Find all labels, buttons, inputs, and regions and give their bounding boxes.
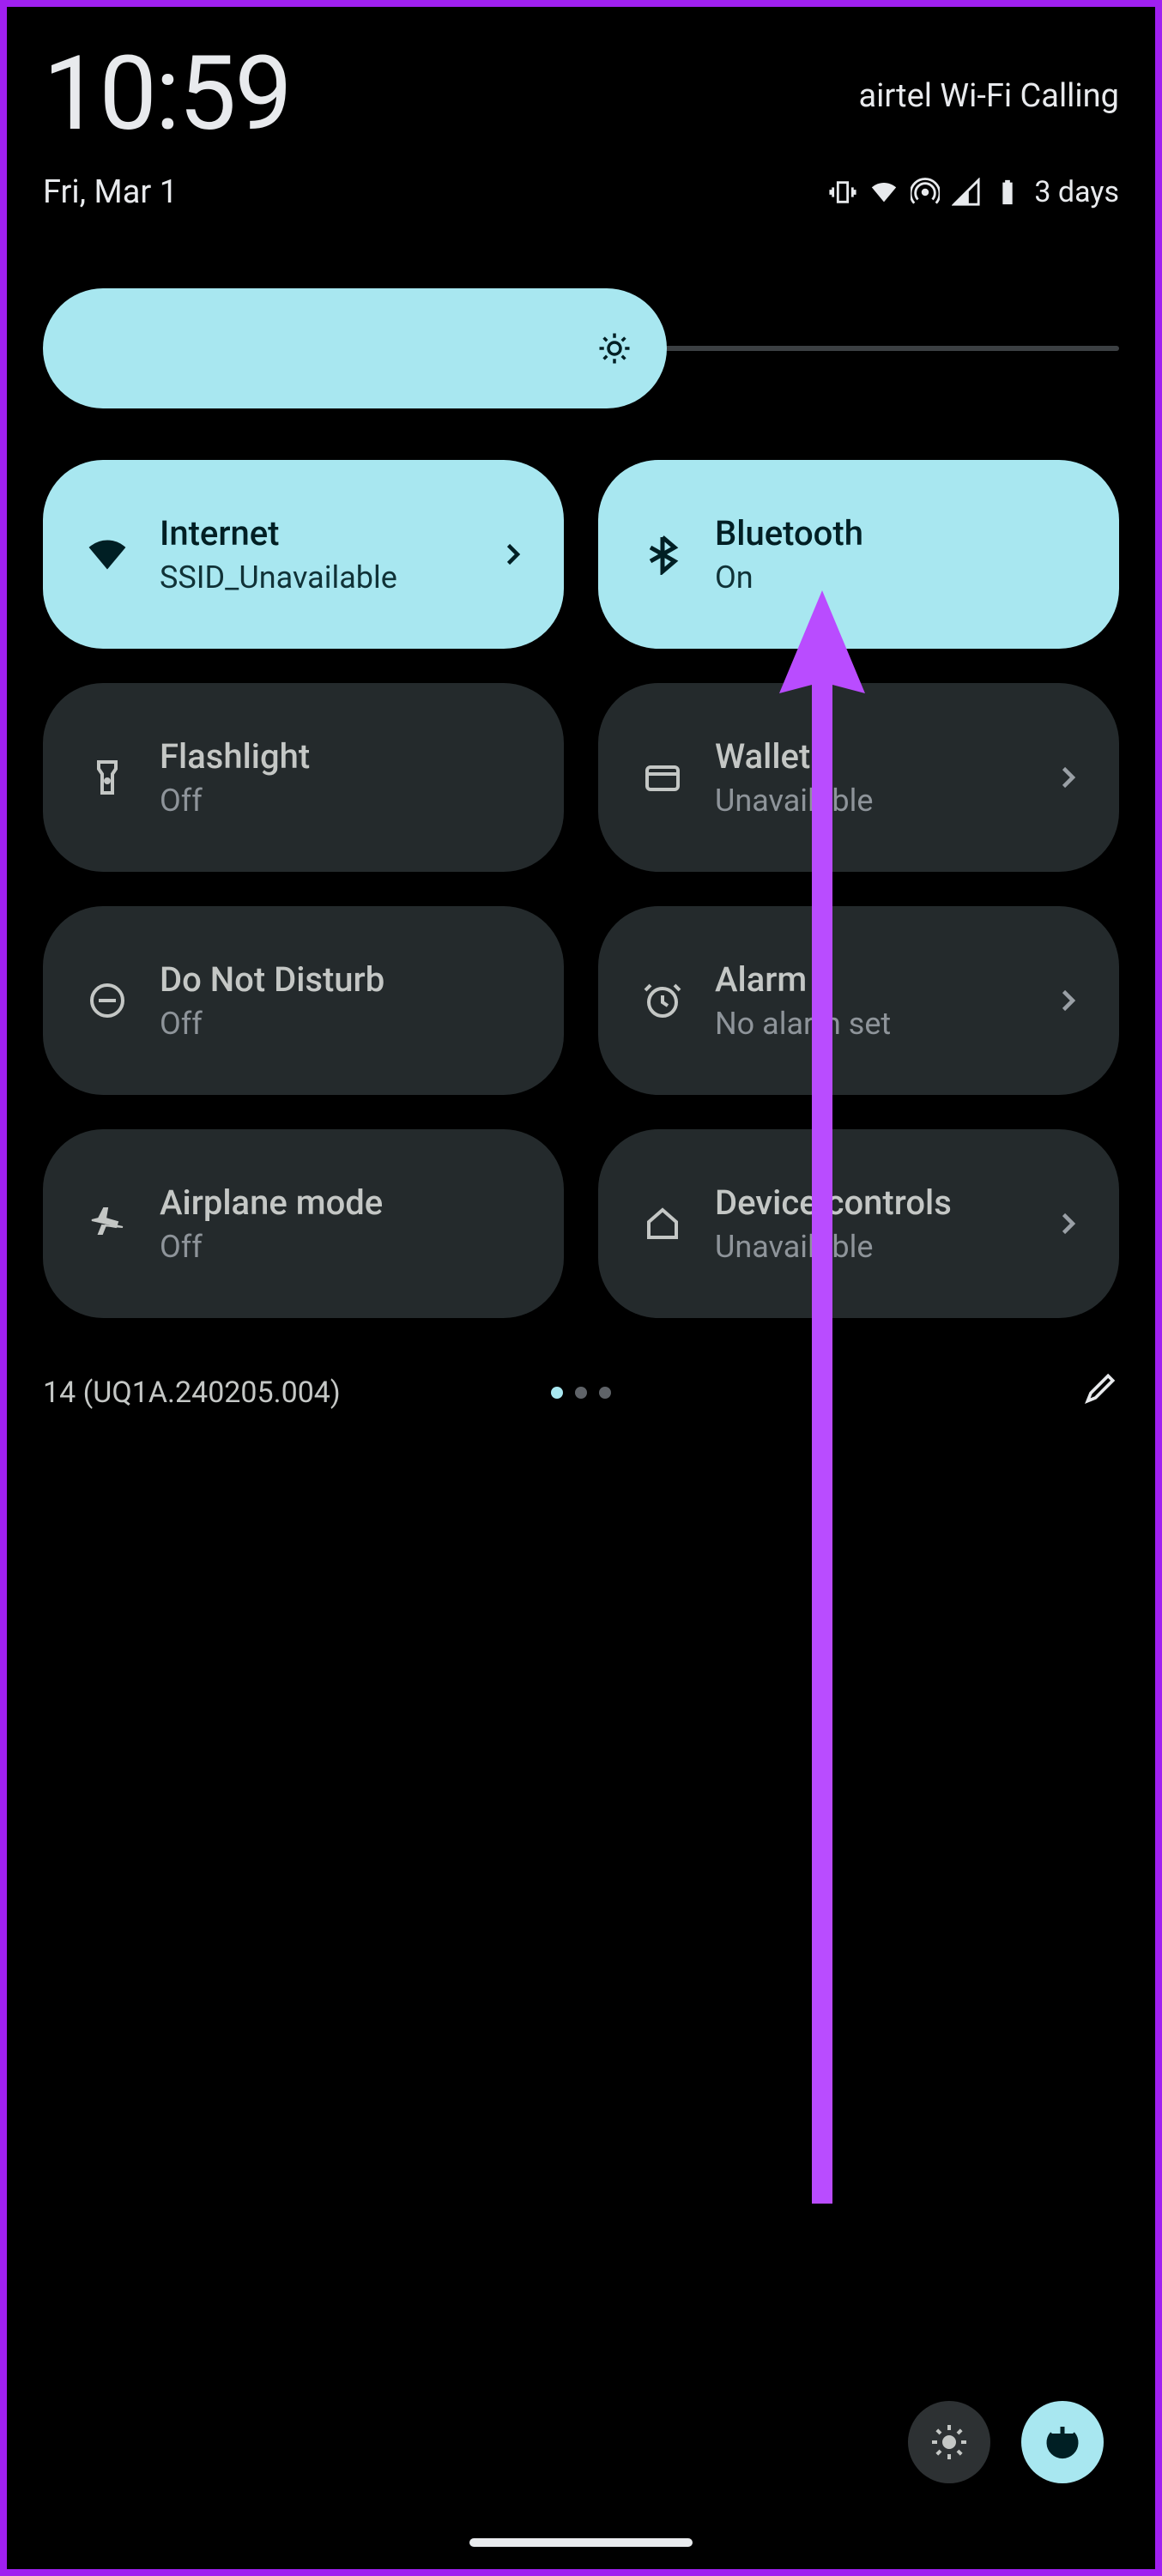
tile-subtitle: On	[715, 559, 1085, 596]
tile-subtitle: Unavailable	[715, 1229, 1020, 1265]
wallet-icon	[641, 757, 684, 798]
status-bar-icons: 3 days	[828, 175, 1119, 209]
flashlight-icon	[86, 757, 129, 798]
wallet-tile[interactable]: Wallet Unavailable	[598, 683, 1119, 872]
dnd-tile[interactable]: Do Not Disturb Off	[43, 906, 564, 1095]
wifi-icon	[86, 534, 129, 575]
tile-title: Do Not Disturb	[160, 959, 530, 1001]
battery-text: 3 days	[1034, 175, 1119, 209]
carrier-label: airtel Wi-Fi Calling	[858, 77, 1119, 115]
airplane-icon	[86, 1203, 129, 1244]
tile-subtitle: Off	[160, 783, 530, 819]
chevron-right-icon	[1050, 762, 1085, 793]
flashlight-tile[interactable]: Flashlight Off	[43, 683, 564, 872]
edit-tiles-button[interactable]	[1081, 1370, 1119, 1415]
brightness-icon	[596, 330, 632, 366]
chevron-right-icon	[1050, 985, 1085, 1016]
alarm-icon	[641, 980, 684, 1021]
tile-subtitle: Unavailable	[715, 783, 1020, 819]
tile-title: Wallet	[715, 736, 1020, 777]
tile-subtitle: No alarm set	[715, 1006, 1020, 1042]
power-button[interactable]	[1021, 2401, 1104, 2483]
chevron-right-icon	[1050, 1208, 1085, 1239]
tile-subtitle: Off	[160, 1229, 530, 1265]
wifi-icon	[869, 178, 899, 207]
airplane-tile[interactable]: Airplane mode Off	[43, 1129, 564, 1318]
device-controls-tile[interactable]: Device controls Unavailable	[598, 1129, 1119, 1318]
chevron-right-icon	[495, 539, 530, 570]
tile-subtitle: SSID_Unavailable	[160, 559, 464, 596]
bluetooth-tile[interactable]: Bluetooth On	[598, 460, 1119, 649]
signal-icon	[952, 178, 981, 207]
tile-title: Airplane mode	[160, 1182, 530, 1224]
tile-title: Device controls	[715, 1182, 1020, 1224]
internet-tile[interactable]: Internet SSID_Unavailable	[43, 460, 564, 649]
alarm-tile[interactable]: Alarm No alarm set	[598, 906, 1119, 1095]
home-icon	[641, 1203, 684, 1244]
brightness-slider[interactable]	[43, 288, 1119, 408]
tile-title: Flashlight	[160, 736, 530, 777]
nav-bar-handle[interactable]	[469, 2538, 693, 2547]
settings-button[interactable]	[908, 2401, 990, 2483]
dnd-icon	[86, 980, 129, 1021]
tile-title: Internet	[160, 513, 464, 554]
build-number: 14 (UQ1A.240205.004)	[43, 1376, 341, 1410]
tile-title: Bluetooth	[715, 513, 1085, 554]
vibrate-icon	[828, 178, 857, 207]
page-indicator	[551, 1387, 611, 1399]
bluetooth-icon	[641, 534, 684, 575]
tile-subtitle: Off	[160, 1006, 530, 1042]
clock-time: 10:59	[43, 43, 291, 146]
tile-title: Alarm	[715, 959, 1020, 1001]
date-label: Fri, Mar 1	[43, 173, 178, 211]
hotspot-icon	[911, 178, 940, 207]
battery-icon	[993, 178, 1022, 207]
